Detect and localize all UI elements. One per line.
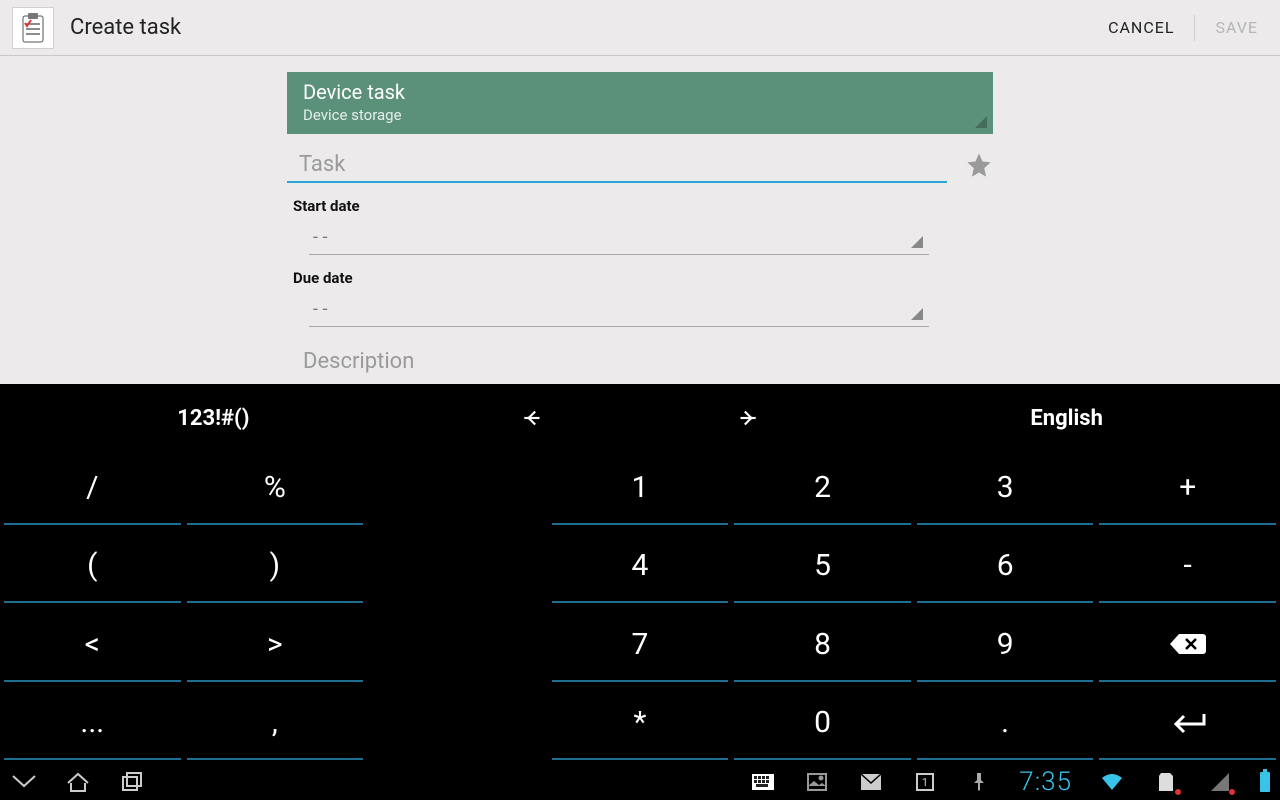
task-form: Device task Device storage Start date - … — [287, 72, 993, 378]
key--[interactable]: - — [1099, 531, 1276, 604]
status-clock[interactable]: 7:35 — [1019, 767, 1072, 797]
category-title: Device task — [303, 80, 977, 104]
category-subtitle: Device storage — [303, 106, 977, 124]
keyboard-spacer — [369, 452, 546, 525]
dropdown-triangle-icon — [911, 308, 923, 320]
key-6[interactable]: 6 — [917, 531, 1094, 604]
keyboard-next-button[interactable] — [640, 384, 853, 452]
task-row — [287, 146, 993, 183]
gallery-notification-icon[interactable] — [803, 770, 831, 794]
signal-icon — [1206, 770, 1234, 794]
warning-dot-icon — [1175, 789, 1181, 795]
key-*[interactable]: * — [552, 688, 729, 761]
update-notification-icon[interactable]: 1 — [911, 770, 939, 794]
key-<[interactable]: < — [4, 609, 181, 682]
key-,[interactable]: , — [187, 688, 364, 761]
key-.[interactable]: . — [917, 688, 1094, 761]
key-([interactable]: ( — [4, 531, 181, 604]
key-0[interactable]: 0 — [734, 688, 911, 761]
keyboard-top-row: 123!#() English — [0, 384, 1280, 452]
cancel-button[interactable]: CANCEL — [1098, 12, 1184, 43]
start-date-value: - - — [313, 227, 327, 248]
start-date-label: Start date — [293, 197, 993, 215]
key-8[interactable]: 8 — [734, 609, 911, 682]
key-5[interactable]: 5 — [734, 531, 911, 604]
keyboard-spacer — [369, 609, 546, 682]
back-icon[interactable] — [10, 770, 38, 794]
key-/[interactable]: / — [4, 452, 181, 525]
keyboard-indicator-icon[interactable] — [749, 770, 777, 794]
start-date-field[interactable]: - - — [309, 221, 929, 255]
key-7[interactable]: 7 — [552, 609, 729, 682]
due-date-field[interactable]: - - — [309, 293, 929, 327]
key-enter[interactable] — [1099, 688, 1276, 761]
keyboard-prev-button[interactable] — [427, 384, 640, 452]
due-date-value: - - — [313, 299, 327, 320]
mail-notification-icon[interactable] — [857, 770, 885, 794]
key-+[interactable]: + — [1099, 452, 1276, 525]
keyboard-spacer — [369, 531, 546, 604]
description-input[interactable] — [287, 327, 993, 378]
key-4[interactable]: 4 — [552, 531, 729, 604]
due-date-label: Due date — [293, 269, 993, 287]
onscreen-keyboard: 123!#() English /% 123+ () 456- <>789..., *0. — [0, 384, 1280, 764]
keyboard-spacer — [369, 688, 546, 761]
system-navbar: 1 7:35 — [0, 764, 1280, 800]
task-input[interactable] — [287, 146, 947, 183]
key-2[interactable]: 2 — [734, 452, 911, 525]
wifi-icon — [1098, 770, 1126, 794]
pin-notification-icon[interactable] — [965, 770, 993, 794]
star-icon[interactable] — [965, 151, 993, 179]
keyboard-mode-button[interactable]: 123!#() — [0, 384, 427, 452]
key-9[interactable]: 9 — [917, 609, 1094, 682]
key-...[interactable]: ... — [4, 688, 181, 761]
key-3[interactable]: 3 — [917, 452, 1094, 525]
page-title: Create task — [70, 15, 1098, 40]
battery-icon — [1260, 772, 1270, 792]
app-bar: Create task CANCEL SAVE — [0, 0, 1280, 56]
dropdown-triangle-icon — [975, 116, 987, 128]
separator — [1194, 15, 1195, 41]
key-backspace[interactable] — [1099, 609, 1276, 682]
appbar-actions: CANCEL SAVE — [1098, 12, 1268, 43]
sdcard-icon — [1152, 770, 1180, 794]
key->[interactable]: > — [187, 609, 364, 682]
keyboard-grid: /% 123+ () 456- <>789..., *0. — [0, 452, 1280, 764]
key-1[interactable]: 1 — [552, 452, 729, 525]
dropdown-triangle-icon — [911, 236, 923, 248]
recent-apps-icon[interactable] — [118, 770, 146, 794]
warning-dot-icon — [1229, 789, 1235, 795]
svg-text:1: 1 — [922, 776, 928, 789]
category-selector[interactable]: Device task Device storage — [287, 72, 993, 134]
clipboard-icon — [20, 12, 46, 44]
home-icon[interactable] — [64, 770, 92, 794]
key-)[interactable]: ) — [187, 531, 364, 604]
key-%[interactable]: % — [187, 452, 364, 525]
save-button[interactable]: SAVE — [1205, 12, 1268, 43]
keyboard-language-button[interactable]: English — [853, 384, 1280, 452]
app-icon — [12, 7, 54, 49]
